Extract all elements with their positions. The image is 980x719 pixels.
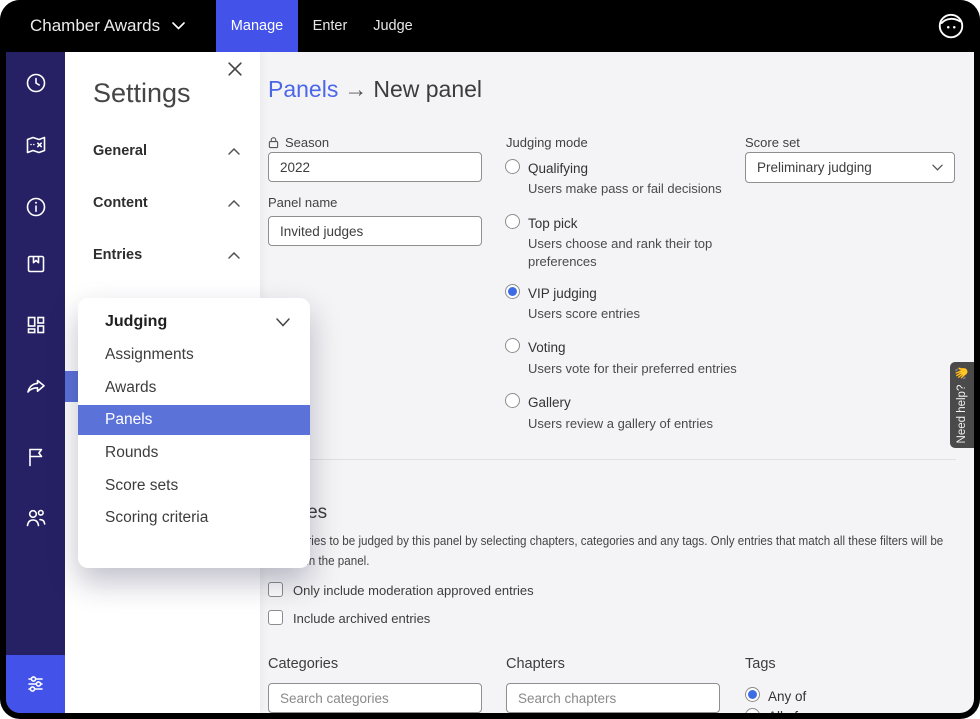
- brand-menu[interactable]: Chamber Awards: [30, 0, 185, 52]
- app-body: Settings General Content Entries Panels …: [6, 52, 974, 713]
- tab-enter-label: Enter: [313, 18, 348, 34]
- tab-judge-label: Judge: [373, 18, 413, 34]
- judging-menu-header-label: Judging: [105, 313, 167, 331]
- chevron-down-icon: [932, 164, 943, 171]
- panel-name-label: Panel name: [268, 195, 337, 210]
- radio-vip-judging-label[interactable]: VIP judging: [528, 286, 597, 301]
- section-entries-label: Entries: [93, 247, 142, 263]
- checkbox-include-archived[interactable]: [268, 610, 283, 625]
- app-window: Chamber Awards Manage Enter Judge: [0, 0, 980, 719]
- panel-name-input[interactable]: [268, 216, 482, 246]
- categories-search-input[interactable]: [268, 683, 482, 713]
- categories-label: Categories: [268, 656, 338, 672]
- judging-menu-header[interactable]: Judging: [105, 307, 290, 337]
- radio-selected-dot: [748, 690, 757, 699]
- radio-top-pick-desc: Users choose and rank their top preferen…: [528, 235, 740, 271]
- tab-enter[interactable]: Enter: [298, 0, 362, 52]
- checkbox-moderation-approved-label[interactable]: Only include moderation approved entries: [293, 583, 534, 598]
- section-general-label: General: [93, 143, 147, 159]
- sliders-settings-icon: [24, 672, 48, 696]
- info-icon[interactable]: [24, 195, 48, 219]
- season-label: Season: [268, 135, 329, 150]
- radio-vip-judging[interactable]: [505, 284, 520, 299]
- lock-icon: [268, 136, 279, 149]
- chevron-down-icon: [276, 318, 290, 327]
- radio-tags-all-of[interactable]: [745, 708, 760, 713]
- menu-item-assignments[interactable]: Assignments: [78, 340, 310, 370]
- grid-layout-icon[interactable]: [24, 313, 48, 337]
- radio-top-pick[interactable]: [505, 214, 520, 229]
- checkbox-moderation-approved[interactable]: [268, 582, 283, 597]
- judging-menu: Judging Assignments Awards Panels Rounds…: [78, 298, 310, 568]
- filters-description: The entries to be judged by this panel b…: [268, 531, 943, 571]
- radio-vip-judging-desc: Users score entries: [528, 305, 640, 323]
- radio-qualifying-desc: Users make pass or fail decisions: [528, 180, 722, 198]
- wave-hand-icon: 👋: [955, 367, 970, 381]
- season-input[interactable]: [268, 152, 482, 182]
- page-title: New panel: [373, 76, 482, 102]
- brand-label: Chamber Awards: [30, 16, 160, 36]
- drawer-title: Settings: [93, 78, 191, 109]
- menu-item-panels[interactable]: Panels: [78, 405, 310, 435]
- judging-mode-label: Judging mode: [506, 135, 588, 150]
- tab-judge[interactable]: Judge: [362, 0, 424, 52]
- close-icon[interactable]: [228, 62, 248, 82]
- radio-top-pick-label[interactable]: Top pick: [528, 216, 578, 231]
- map-x-icon[interactable]: [24, 133, 48, 157]
- checkbox-include-archived-label[interactable]: Include archived entries: [293, 611, 430, 626]
- tags-label: Tags: [745, 656, 776, 672]
- need-help-label: Need help?: [956, 385, 968, 444]
- chevron-up-icon: [228, 252, 240, 259]
- breadcrumb-panels-link[interactable]: Panels: [268, 76, 338, 102]
- radio-gallery-desc: Users review a gallery of entries: [528, 415, 713, 433]
- menu-item-score-sets[interactable]: Score sets: [78, 471, 310, 501]
- chevron-down-icon: [172, 22, 185, 30]
- radio-voting-desc: Users vote for their preferred entries: [528, 360, 737, 378]
- menu-item-scoring-criteria[interactable]: Scoring criteria: [78, 503, 310, 533]
- score-set-select[interactable]: Preliminary judging: [745, 152, 955, 183]
- radio-qualifying-label[interactable]: Qualifying: [528, 161, 588, 176]
- radio-tags-any-of-label[interactable]: Any of: [768, 689, 806, 704]
- menu-item-rounds[interactable]: Rounds: [78, 438, 310, 468]
- top-bar: Chamber Awards Manage Enter Judge: [0, 0, 980, 52]
- section-general[interactable]: General: [93, 139, 240, 163]
- radio-qualifying[interactable]: [505, 159, 520, 174]
- radio-gallery[interactable]: [505, 393, 520, 408]
- radio-selected-dot: [508, 287, 517, 296]
- section-content-label: Content: [93, 195, 148, 211]
- section-content[interactable]: Content: [93, 191, 240, 215]
- score-set-label: Score set: [745, 135, 800, 150]
- tab-manage-label: Manage: [231, 18, 283, 34]
- chevron-up-icon: [228, 148, 240, 155]
- menu-item-awards[interactable]: Awards: [78, 373, 310, 403]
- sidebar-item-settings-active[interactable]: [6, 655, 65, 713]
- filters-description-line2: judged in the panel.: [268, 551, 943, 571]
- chapters-search-input[interactable]: [506, 683, 720, 713]
- score-set-value: Preliminary judging: [757, 160, 872, 175]
- radio-voting[interactable]: [505, 338, 520, 353]
- radio-tags-any-of[interactable]: [745, 687, 760, 702]
- flag-icon[interactable]: [24, 445, 48, 469]
- section-divider: [268, 459, 956, 460]
- users-icon[interactable]: [24, 506, 48, 530]
- bookmark-box-icon[interactable]: [24, 252, 48, 276]
- account-avatar-icon[interactable]: [936, 11, 966, 41]
- breadcrumb-arrow: →: [338, 76, 373, 102]
- need-help-tab[interactable]: Need help? 👋: [950, 362, 974, 448]
- share-arrow-icon[interactable]: [24, 375, 48, 399]
- breadcrumb: Panels→New panel: [268, 76, 482, 103]
- filters-description-line1: The entries to be judged by this panel b…: [268, 531, 943, 551]
- clock-icon[interactable]: [24, 71, 48, 95]
- chevron-up-icon: [228, 200, 240, 207]
- chapters-label: Chapters: [506, 656, 565, 672]
- radio-tags-all-of-label[interactable]: All of: [768, 709, 798, 713]
- radio-voting-label[interactable]: Voting: [528, 340, 566, 355]
- radio-gallery-label[interactable]: Gallery: [528, 395, 571, 410]
- section-entries[interactable]: Entries: [93, 243, 240, 267]
- nav-sidebar: [6, 52, 65, 713]
- tab-manage[interactable]: Manage: [216, 0, 298, 52]
